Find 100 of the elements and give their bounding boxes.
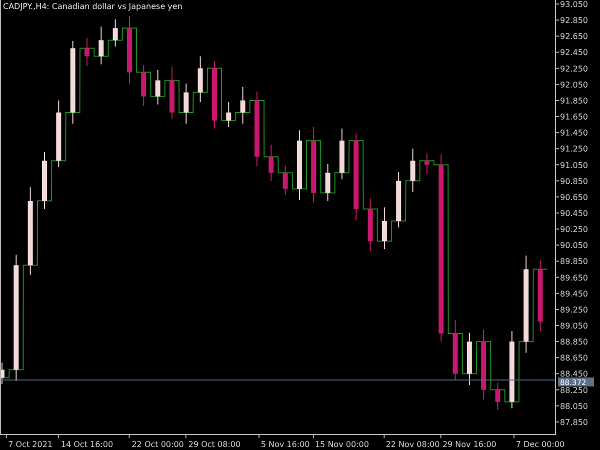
y-tick-label: 92.850	[560, 16, 588, 26]
candle	[169, 66, 174, 120]
x-tick-label: 7 Dec 00:00	[516, 440, 565, 449]
candle	[452, 319, 458, 381]
candle	[112, 18, 118, 48]
price-axis-label: 88.850	[554, 338, 588, 347]
candle	[495, 382, 500, 410]
x-tick-label: 22 Oct 00:00	[132, 440, 184, 449]
price-axis-label: 89.050	[554, 322, 588, 330]
candle	[141, 64, 146, 107]
time-axis-label: 29 Oct 08:00	[185, 434, 241, 449]
candle	[98, 26, 104, 65]
y-tick-label: 92.450	[560, 48, 588, 58]
price-axis-label: 92.850	[554, 16, 588, 26]
y-tick-label: 90.450	[560, 208, 588, 218]
candle	[382, 206, 387, 250]
price-axis-label: 89.250	[554, 305, 588, 314]
candle	[84, 37, 90, 66]
price-axis-label: 87.850	[554, 418, 588, 427]
y-tick-label: 89.450	[560, 289, 588, 298]
y-tick-label: 89.850	[560, 257, 588, 266]
price-axis-label: 88.250	[554, 386, 588, 395]
y-tick-label: 91.850	[560, 96, 588, 106]
candle	[481, 329, 486, 400]
y-tick-label: 92.250	[560, 64, 588, 74]
price-axis-label: 92.650	[554, 32, 588, 42]
y-tick-label: 89.250	[560, 305, 588, 314]
y-tick-label: 90.850	[560, 176, 588, 186]
y-tick-label: 88.250	[560, 386, 588, 395]
price-axis-label: 92.250	[554, 64, 588, 74]
y-tick-label: 87.850	[560, 418, 588, 427]
time-axis-label: 15 Nov 00:00	[312, 434, 369, 449]
y-tick-label: 88.650	[560, 354, 588, 363]
y-tick-label: 88.850	[560, 338, 588, 347]
x-tick-label: 7 Oct 2021	[8, 440, 53, 449]
price-axis-label: 90.250	[554, 225, 588, 234]
candle	[424, 153, 430, 175]
candle	[368, 198, 373, 252]
price-axis-label: 90.050	[554, 241, 588, 250]
price-axis-label: 90.450	[554, 208, 588, 218]
candle	[396, 172, 402, 228]
candle	[155, 69, 160, 105]
y-tick-label: 91.250	[560, 144, 588, 154]
time-axis-label: 22 Oct 00:00	[128, 434, 184, 449]
time-axis-label: 7 Oct 2021	[6, 434, 53, 449]
price-axis-label: 91.650	[554, 112, 588, 122]
x-tick-label: 22 Nov 08:00	[386, 440, 440, 449]
x-tick-label: 5 Nov 16:00	[260, 440, 310, 449]
candle	[126, 16, 132, 84]
price-axis-label: 91.850	[554, 96, 588, 106]
candle	[339, 128, 344, 180]
candle	[410, 148, 416, 193]
y-tick-label: 90.650	[560, 192, 588, 202]
x-tick-label: 15 Nov 00:00	[314, 440, 369, 449]
y-tick-label: 88.450	[560, 370, 588, 379]
price-axis-label: 93.050	[554, 0, 588, 10]
time-axis-label: 29 Nov 16:00	[440, 434, 496, 449]
candle	[325, 163, 330, 202]
time-axis-label: 5 Nov 16:00	[258, 434, 310, 449]
y-tick-label: 93.050	[560, 0, 588, 10]
y-tick-label: 88.050	[560, 402, 588, 411]
candle	[466, 332, 472, 386]
candle	[268, 144, 274, 182]
time-axis-label: 7 Dec 00:00	[513, 434, 565, 449]
y-tick-label: 91.050	[560, 160, 588, 170]
price-axis-label: 89.450	[554, 289, 588, 298]
candle	[42, 151, 47, 210]
y-tick-label: 92.650	[560, 32, 588, 42]
price-axis-label: 88.450	[554, 370, 588, 379]
candle	[198, 56, 203, 103]
candle	[184, 83, 189, 124]
candle	[240, 86, 246, 124]
y-tick-label: 90.050	[560, 241, 588, 250]
time-axis-label: 22 Nov 08:00	[384, 434, 440, 449]
price-axis-label: 90.850	[554, 176, 588, 186]
candle	[56, 100, 62, 168]
price-axis-label: 89.650	[554, 273, 588, 282]
x-tick-label: 14 Oct 16:00	[60, 440, 114, 449]
candle	[0, 362, 4, 385]
price-axis-label: 91.250	[554, 144, 588, 154]
y-tick-label: 89.050	[560, 322, 588, 330]
candle	[212, 60, 217, 130]
price-axis-label: 89.850	[554, 257, 588, 266]
price-axis-label: 88.050	[554, 402, 588, 411]
y-tick-label: 91.450	[560, 128, 588, 138]
time-axis-label: 14 Oct 16:00	[58, 434, 114, 449]
candle	[296, 130, 302, 201]
price-axis-label: 92.450	[554, 48, 588, 58]
price-axis-label: 91.450	[554, 128, 588, 138]
y-tick-label: 92.050	[560, 80, 588, 90]
x-tick-label: 29 Nov 16:00	[442, 440, 496, 449]
candle	[226, 102, 232, 128]
x-tick-label: 29 Oct 08:00	[188, 440, 241, 449]
candle	[282, 165, 288, 196]
price-axis-label: 92.050	[554, 80, 588, 90]
price-axis-label: 91.050	[554, 160, 588, 170]
price-axis-label: 90.650	[554, 192, 588, 202]
price-axis-label: 88.650	[554, 354, 588, 363]
chart-title: CADJPY.,H4: Canadian dollar vs Japanese yen	[3, 2, 182, 11]
y-tick-label: 91.650	[560, 112, 588, 122]
